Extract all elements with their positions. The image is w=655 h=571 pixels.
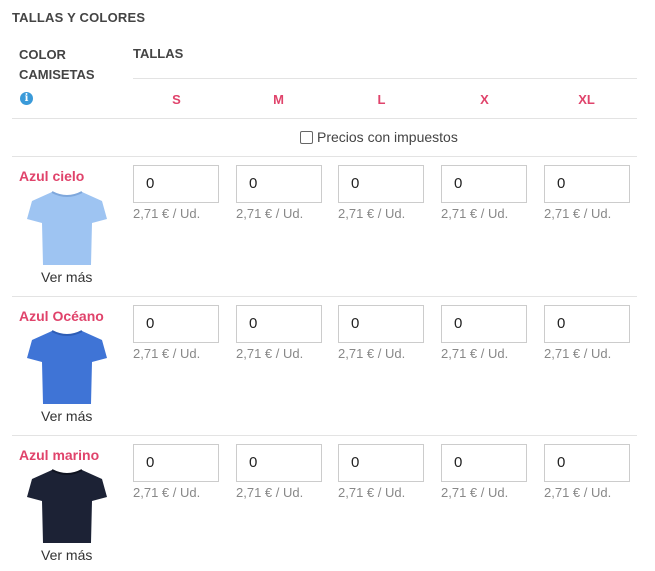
unit-price: 2,71 € / Ud. — [236, 346, 304, 361]
qty-input-azul-cielo-x[interactable]: 0 — [441, 165, 527, 203]
qty-input-azul-oceano-xl[interactable]: 0 — [544, 305, 630, 343]
size-label-l: L — [377, 92, 386, 107]
size-label-x: X — [480, 92, 489, 107]
unit-price: 2,71 € / Ud. — [441, 206, 509, 221]
unit-price: 2,71 € / Ud. — [133, 485, 201, 500]
tshirt-image-azul-oceano — [27, 330, 107, 404]
qty-input-azul-cielo-m[interactable]: 0 — [236, 165, 322, 203]
unit-price: 2,71 € / Ud. — [544, 485, 612, 500]
qty-input-azul-oceano-s[interactable]: 0 — [133, 305, 219, 343]
unit-price: 2,71 € / Ud. — [338, 206, 406, 221]
divider — [12, 156, 637, 157]
tax-toggle-row[interactable]: Precios con impuestos — [0, 129, 637, 145]
qty-input-azul-cielo-s[interactable]: 0 — [133, 165, 219, 203]
size-label-m: M — [273, 92, 284, 107]
unit-price: 2,71 € / Ud. — [338, 346, 406, 361]
ver-mas-link-azul-marino[interactable]: Ver más — [41, 547, 92, 563]
divider — [133, 78, 637, 79]
ver-mas-link-azul-cielo[interactable]: Ver más — [41, 269, 92, 285]
divider — [12, 435, 637, 436]
unit-price: 2,71 € / Ud. — [338, 485, 406, 500]
qty-input-azul-marino-xl[interactable]: 0 — [544, 444, 630, 482]
unit-price: 2,71 € / Ud. — [544, 346, 612, 361]
divider — [12, 118, 637, 119]
unit-price: 2,71 € / Ud. — [441, 346, 509, 361]
unit-price: 2,71 € / Ud. — [133, 206, 201, 221]
tshirt-image-azul-cielo — [27, 191, 107, 265]
qty-input-azul-marino-m[interactable]: 0 — [236, 444, 322, 482]
unit-price: 2,71 € / Ud. — [236, 206, 304, 221]
qty-input-azul-marino-l[interactable]: 0 — [338, 444, 424, 482]
divider — [12, 296, 637, 297]
ver-mas-link-azul-oceano[interactable]: Ver más — [41, 408, 92, 424]
section-title: TALLAS Y COLORES — [12, 10, 146, 25]
qty-input-azul-oceano-l[interactable]: 0 — [338, 305, 424, 343]
sizes-column-header: TALLAS — [133, 46, 184, 61]
color-name-azul-oceano: Azul Océano — [19, 308, 104, 324]
unit-price: 2,71 € / Ud. — [544, 206, 612, 221]
color-column-header: COLOR CAMISETAS — [19, 47, 95, 82]
unit-price: 2,71 € / Ud. — [133, 346, 201, 361]
qty-input-azul-marino-x[interactable]: 0 — [441, 444, 527, 482]
qty-input-azul-marino-s[interactable]: 0 — [133, 444, 219, 482]
tax-checkbox-label: Precios con impuestos — [317, 129, 458, 145]
qty-input-azul-cielo-l[interactable]: 0 — [338, 165, 424, 203]
size-label-xl: XL — [578, 92, 595, 107]
unit-price: 2,71 € / Ud. — [236, 485, 304, 500]
size-label-s: S — [172, 92, 181, 107]
color-name-azul-marino: Azul marino — [19, 447, 100, 463]
qty-input-azul-cielo-xl[interactable]: 0 — [544, 165, 630, 203]
qty-input-azul-oceano-x[interactable]: 0 — [441, 305, 527, 343]
color-name-azul-cielo: Azul cielo — [19, 168, 85, 184]
tshirt-image-azul-marino — [27, 469, 107, 543]
qty-input-azul-oceano-m[interactable]: 0 — [236, 305, 322, 343]
info-icon[interactable]: i — [20, 92, 33, 105]
tax-checkbox[interactable] — [300, 130, 313, 144]
unit-price: 2,71 € / Ud. — [441, 485, 509, 500]
